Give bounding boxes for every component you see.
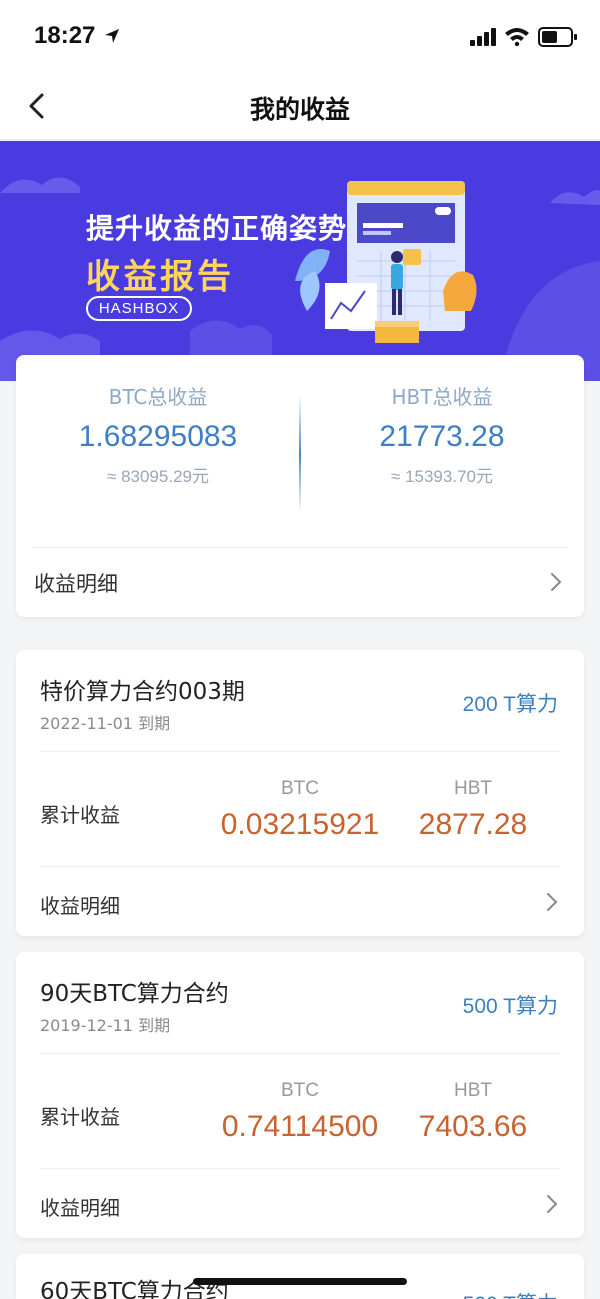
contract-expiry-date: 2019-12-11 到期 [40, 1016, 171, 1035]
earnings-detail-label: 收益明细 [34, 572, 118, 596]
btc-total-value: 1.68295083 [78, 420, 238, 453]
hbt-label: HBT [454, 1080, 492, 1101]
btc-total-label: BTC总收益 [108, 385, 208, 409]
btc-label: BTC [281, 1080, 319, 1101]
hbt-earnings-value: 2877.28 [418, 808, 528, 841]
contract-hashpower: 500 T算力 [463, 1288, 558, 1299]
banner-subheadline: 收益报告 [86, 257, 234, 297]
status-bar: 18:27 [0, 0, 600, 72]
contract-name: 60天BTC算力合约 [40, 1279, 229, 1299]
btc-earnings-value: 0.03215921 [220, 808, 380, 841]
contract-name: 特价算力合约003期 [40, 679, 245, 705]
contract-card[interactable]: 60天BTC算力合约 500 T算力 [16, 1254, 584, 1299]
home-indicator[interactable] [193, 1278, 407, 1285]
hbt-label: HBT [454, 778, 492, 799]
contract-name: 90天BTC算力合约 [40, 981, 229, 1007]
btc-total-column: BTC总收益 1.68295083 ≈ 83095.29元 [16, 381, 300, 487]
contract-card[interactable]: 特价算力合约003期 2022-11-01 到期 200 T算力 累计收益 BT… [16, 650, 584, 936]
page-title: 我的收益 [249, 95, 350, 124]
cellular-signal-icon [470, 28, 496, 46]
btc-earnings-value: 0.74114500 [221, 1110, 379, 1143]
divider [40, 1053, 560, 1054]
divider [40, 866, 560, 867]
nav-bar: 我的收益 [0, 72, 600, 140]
contract-detail-link[interactable]: 收益明细 [40, 1192, 120, 1221]
chevron-right-icon[interactable] [546, 892, 558, 912]
report-illustration-icon [295, 181, 477, 343]
wifi-icon [505, 28, 529, 46]
chevron-right-icon[interactable] [546, 1194, 558, 1214]
cumulative-earnings-label: 累计收益 [40, 803, 120, 827]
chevron-right-icon [551, 573, 562, 591]
hbt-total-column: HBT总收益 21773.28 ≈ 15393.70元 [300, 381, 584, 487]
hbt-total-approx: ≈ 15393.70元 [391, 467, 493, 486]
contract-detail-link[interactable]: 收益明细 [40, 890, 120, 919]
earnings-detail-row[interactable]: 收益明细 [16, 548, 584, 616]
location-arrow-icon [105, 29, 119, 43]
battery-icon [538, 27, 577, 47]
status-time: 18:27 [34, 22, 96, 49]
hbt-earnings-value: 7403.66 [418, 1110, 528, 1143]
contract-hashpower: 500 T算力 [462, 995, 558, 1018]
earnings-summary-card: BTC总收益 1.68295083 ≈ 83095.29元 HBT总收益 217… [16, 355, 584, 617]
btc-total-approx: ≈ 83095.29元 [107, 467, 209, 486]
contract-card[interactable]: 90天BTC算力合约 2019-12-11 到期 500 T算力 累计收益 BT… [16, 952, 584, 1238]
divider [40, 1168, 560, 1169]
hbt-total-label: HBT总收益 [391, 385, 493, 409]
contract-expiry-date: 2022-11-01 到期 [40, 714, 171, 733]
btc-label: BTC [281, 778, 319, 799]
contract-hashpower: 200 T算力 [462, 693, 558, 716]
hbt-total-value: 21773.28 [379, 420, 505, 453]
cumulative-earnings-label: 累计收益 [40, 1105, 120, 1129]
banner-brand-badge: HASHBOX [86, 296, 192, 321]
divider [40, 751, 560, 752]
promo-banner[interactable]: 提升收益的正确姿势 收益报告 HASHBOX [0, 141, 600, 381]
